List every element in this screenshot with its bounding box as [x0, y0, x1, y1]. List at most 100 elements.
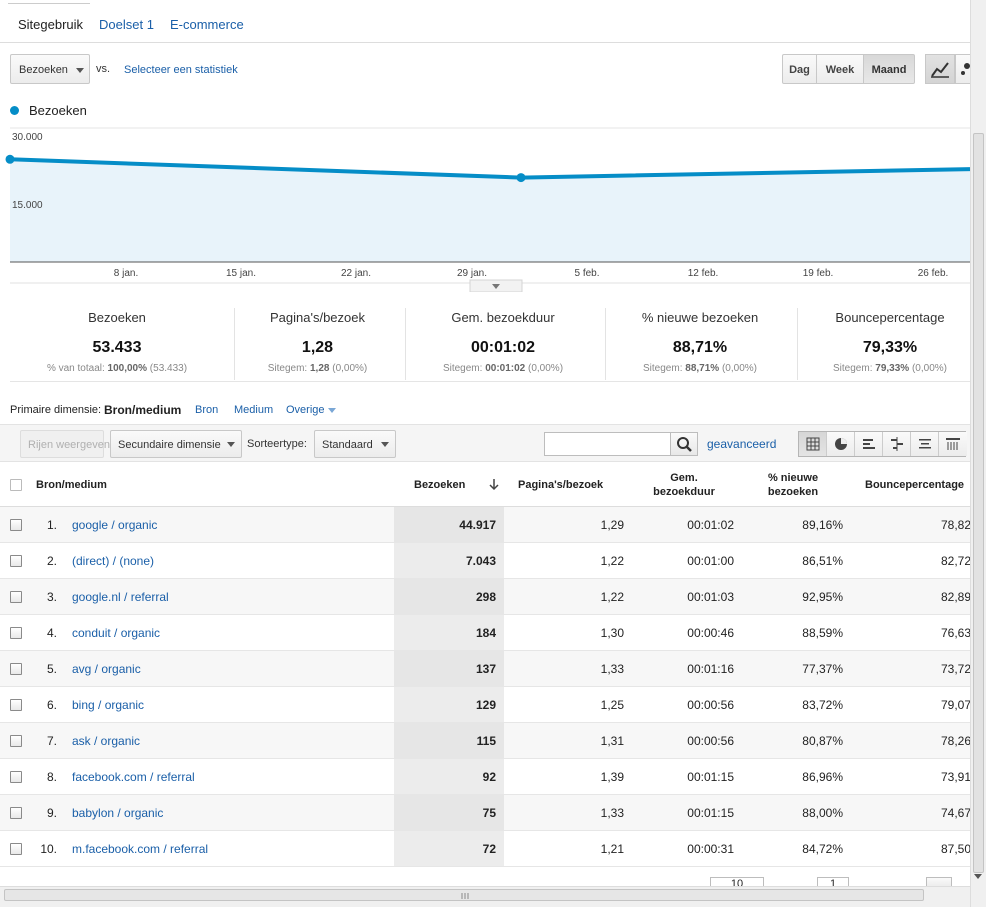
row-index: 9.: [46, 806, 57, 820]
select-all-checkbox[interactable]: [10, 479, 22, 491]
stat-pages-per-visit[interactable]: Pagina's/bezoek 1,28 Sitegem: 1,28 (0,00…: [240, 310, 395, 374]
table-search-input[interactable]: [544, 432, 671, 456]
stat-value: 53.433: [92, 339, 142, 356]
select-statistic-link[interactable]: Selecteer een statistiek: [124, 64, 238, 76]
metric-select[interactable]: Bezoeken: [10, 54, 90, 84]
header-bounce-rate[interactable]: Bouncepercentage: [865, 478, 964, 492]
view-comparison-button[interactable]: [883, 432, 911, 456]
source-medium-link[interactable]: google / organic: [72, 518, 157, 532]
pages-value: 1,31: [600, 734, 624, 748]
horizontal-scroll-thumb[interactable]: [4, 889, 924, 901]
dimension-bron[interactable]: Bron: [195, 404, 218, 416]
source-medium-link[interactable]: babylon / organic: [72, 806, 163, 820]
source-medium-link[interactable]: m.facebook.com / referral: [72, 842, 208, 856]
x-tick-label: 5 feb.: [574, 268, 599, 279]
source-medium-link[interactable]: ask / organic: [72, 734, 140, 748]
bounce-value: 87,50: [941, 842, 972, 856]
row-index: 7.: [46, 734, 57, 748]
stat-value: 88,71%: [672, 339, 728, 356]
view-table-button[interactable]: [799, 432, 827, 456]
duration-value: 00:00:56: [687, 734, 734, 748]
motion-chart-button[interactable]: [955, 54, 970, 84]
row-index: 8.: [46, 770, 57, 784]
row-checkbox[interactable]: [10, 591, 22, 603]
header-source-medium[interactable]: Bron/medium: [36, 478, 107, 492]
dimension-medium[interactable]: Medium: [234, 404, 273, 416]
list-icon: [919, 439, 931, 449]
row-checkbox[interactable]: [10, 627, 22, 639]
new-visits-value: 77,37%: [802, 662, 843, 676]
pages-value: 1,39: [600, 770, 624, 784]
view-pivot-button[interactable]: [939, 432, 967, 456]
plot-rows-button[interactable]: Rijen weergeven: [20, 430, 110, 458]
row-checkbox[interactable]: [10, 519, 22, 531]
row-checkbox[interactable]: [10, 555, 22, 567]
source-medium-link[interactable]: avg / organic: [72, 662, 141, 676]
row-checkbox[interactable]: [10, 735, 22, 747]
bubble-chart-icon: [961, 63, 970, 75]
visits-value: 7.043: [465, 554, 496, 568]
period-month-button[interactable]: Maand: [863, 54, 915, 84]
row-checkbox[interactable]: [10, 771, 22, 783]
dimension-overige[interactable]: Overige: [286, 404, 325, 416]
period-day-button[interactable]: Dag: [782, 54, 817, 84]
period-week-button[interactable]: Week: [816, 54, 864, 84]
stat-visits[interactable]: Bezoeken 53.433 % van totaal: 100,00% (5…: [10, 310, 224, 374]
header-pages-per-visit[interactable]: Pagina's/bezoek: [518, 478, 603, 492]
line-chart-button[interactable]: [925, 54, 955, 84]
scroll-down-arrow-icon[interactable]: [972, 870, 984, 882]
stat-sub: Sitegem: 1,28 (0,00%): [267, 363, 368, 374]
visits-value: 115: [476, 734, 496, 748]
duration-value: 00:00:56: [687, 698, 734, 712]
stat-value: 1,28: [301, 339, 334, 356]
new-visits-value: 80,87%: [802, 734, 843, 748]
data-point[interactable]: [5, 154, 15, 164]
source-medium-link[interactable]: bing / organic: [72, 698, 144, 712]
sort-type-select[interactable]: Standaard: [314, 430, 396, 458]
row-checkbox[interactable]: [10, 807, 22, 819]
source-medium-link[interactable]: facebook.com / referral: [72, 770, 195, 784]
stat-sub: Sitegem: 00:01:02 (0,00%): [442, 363, 564, 374]
source-medium-link[interactable]: conduit / organic: [72, 626, 160, 640]
dimension-bron-medium[interactable]: Bron/medium: [104, 403, 181, 417]
stat-bounce-rate[interactable]: Bouncepercentage 79,33% Sitegem: 79,33% …: [802, 310, 978, 374]
row-checkbox[interactable]: [10, 699, 22, 711]
primary-dimension-label: Primaire dimensie:: [10, 404, 102, 416]
new-visits-value: 86,96%: [802, 770, 843, 784]
view-term-cloud-button[interactable]: [911, 432, 939, 456]
header-new-visits[interactable]: % nieuwe bezoeken: [760, 471, 826, 499]
search-button[interactable]: [670, 432, 698, 456]
stat-value: 00:01:02: [470, 339, 536, 356]
row-checkbox[interactable]: [10, 843, 22, 855]
view-pie-button[interactable]: [827, 432, 855, 456]
vertical-scroll-thumb[interactable]: [973, 133, 984, 873]
advanced-filter-link[interactable]: geavanceerd: [707, 437, 776, 451]
new-visits-value: 88,00%: [802, 806, 843, 820]
comparison-icon: [891, 437, 903, 451]
row-checkbox[interactable]: [10, 663, 22, 675]
header-visits[interactable]: Bezoeken: [414, 478, 465, 492]
table-row: 6. bing / organic 129 1,25 00:00:56 83,72% 79,…: [0, 687, 971, 723]
data-point[interactable]: [516, 173, 526, 183]
tab-doelset-1[interactable]: Doelset 1: [99, 17, 154, 32]
stat-label: Gem. bezoekduur: [451, 310, 555, 325]
source-medium-link[interactable]: (direct) / (none): [72, 554, 154, 568]
chevron-down-icon: [328, 408, 336, 413]
header-avg-duration[interactable]: Gem. bezoekduur: [648, 471, 720, 499]
view-performance-button[interactable]: [855, 432, 883, 456]
row-index: 2.: [46, 554, 57, 568]
stat-new-visits[interactable]: % nieuwe bezoeken 88,71% Sitegem: 88,71%…: [610, 310, 790, 374]
chevron-down-icon: [76, 68, 84, 73]
tab-e-commerce[interactable]: E-commerce: [170, 17, 244, 32]
stat-avg-duration[interactable]: Gem. bezoekduur 00:01:02 Sitegem: 00:01:…: [410, 310, 596, 374]
pages-value: 1,22: [600, 590, 624, 604]
visits-value: 72: [482, 842, 496, 856]
source-medium-link[interactable]: google.nl / referral: [72, 590, 169, 604]
tab-sitegebruik[interactable]: Sitegebruik: [18, 17, 83, 32]
y-tick-15000: 15.000: [12, 200, 43, 211]
row-index: 6.: [46, 698, 57, 712]
duration-value: 00:01:03: [687, 590, 734, 604]
table-header: Bron/medium Bezoeken Pagina's/bezoek Gem…: [0, 462, 970, 507]
secondary-dimension-select[interactable]: Secundaire dimensie: [110, 430, 242, 458]
stat-label: % nieuwe bezoeken: [641, 310, 759, 325]
